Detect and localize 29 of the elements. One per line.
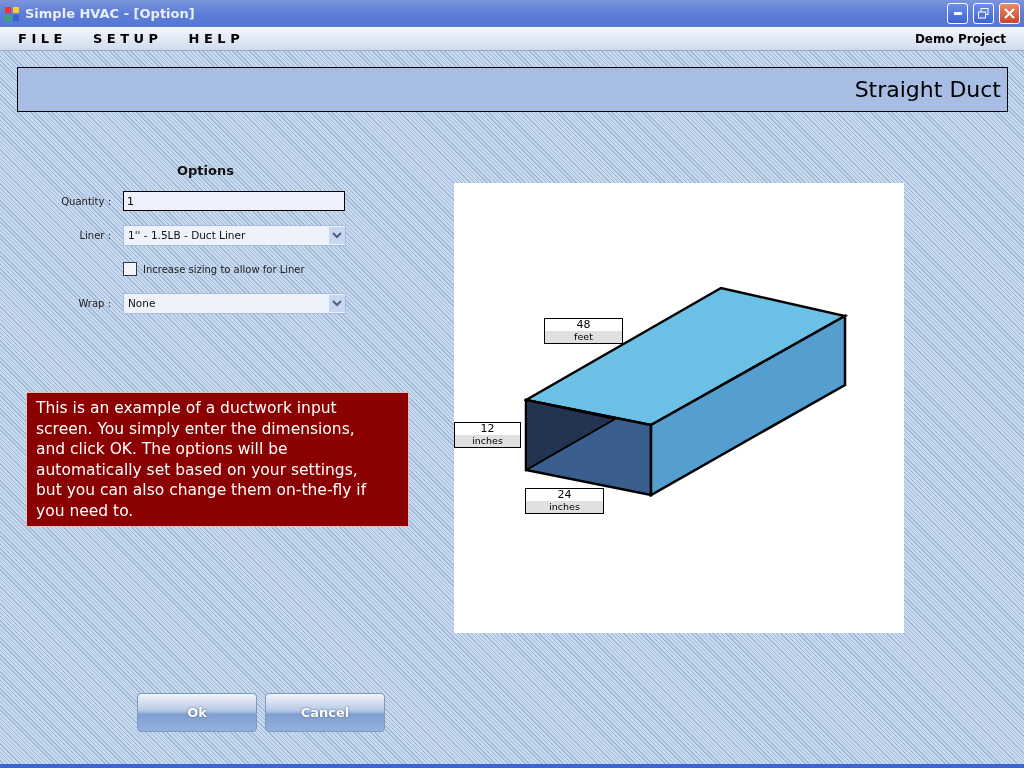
field-label: Liner : <box>78 229 112 241</box>
dimension-value: 24 <box>557 489 572 501</box>
liner-dropdown[interactable]: 1'' - 1.5LB - Duct Liner <box>123 224 346 246</box>
restore-button[interactable] <box>973 3 994 24</box>
field-label: Wrap : <box>77 297 112 309</box>
dimension-value: 12 <box>480 423 495 435</box>
app-icon <box>4 5 20 22</box>
menu-item[interactable]: HELP <box>188 31 245 46</box>
minimize-icon <box>953 12 962 15</box>
menu-item[interactable]: FILE <box>18 31 67 46</box>
close-icon <box>1004 8 1015 19</box>
menu-item[interactable]: SETUP <box>92 31 163 46</box>
restore-icon <box>978 8 989 19</box>
header-title: Straight Duct <box>854 77 1001 102</box>
minimize-button[interactable] <box>947 3 968 24</box>
project-name: Demo Project <box>914 31 1006 46</box>
checkbox[interactable] <box>123 262 137 276</box>
close-button[interactable] <box>999 3 1020 24</box>
info-note: This is an example of a ductwork input screen. You simply enter the dimensions, and click OK. The options will be automatically set based on your settings, but you can also change them on-the-fly if you need to. <box>26 392 409 527</box>
dimension-unit: feet <box>545 331 622 343</box>
wrap-dropdown[interactable]: None <box>123 292 346 314</box>
quantity-field[interactable]: 1 <box>123 191 345 211</box>
dimension-value: 48 <box>576 319 591 331</box>
options-heading: Options <box>177 163 235 178</box>
field-label: Quantity : <box>60 195 112 207</box>
dimension-unit: inches <box>455 435 520 447</box>
checkbox-label: Increase sizing to allow for Liner <box>143 263 305 275</box>
window-title: Simple HVAC - [Option] <box>25 6 196 21</box>
dimension-unit: inches <box>526 501 603 513</box>
